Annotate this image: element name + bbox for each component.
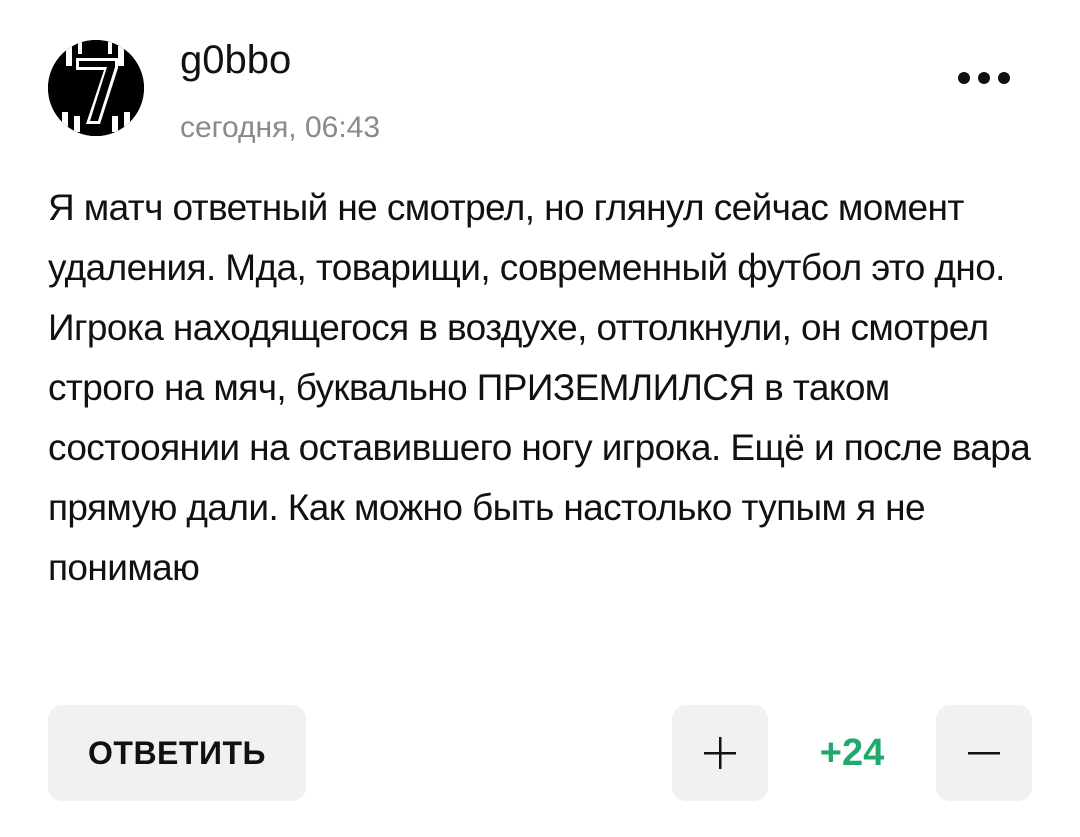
- more-dot: [998, 72, 1010, 84]
- rating-value: +24: [819, 731, 885, 774]
- more-dot: [958, 72, 970, 84]
- reply-button[interactable]: ОТВЕТИТЬ: [48, 705, 306, 801]
- plus-icon: [704, 737, 736, 769]
- username[interactable]: g0bbo: [180, 36, 291, 84]
- more-dots-icon[interactable]: [948, 56, 1020, 100]
- downvote-button[interactable]: [936, 705, 1032, 801]
- number-7-jersey-avatar-icon: [48, 40, 144, 136]
- avatar[interactable]: [48, 40, 144, 136]
- minus-icon: [968, 752, 1000, 755]
- comment-text: Я матч ответный не смотрел, но глянул се…: [48, 187, 1031, 588]
- upvote-button[interactable]: [672, 705, 768, 801]
- more-dot: [978, 72, 990, 84]
- comment-timestamp: сегодня, 06:43: [180, 111, 381, 144]
- comment-card: g0bbo сегодня, 06:43 Я матч ответный не …: [0, 0, 1080, 837]
